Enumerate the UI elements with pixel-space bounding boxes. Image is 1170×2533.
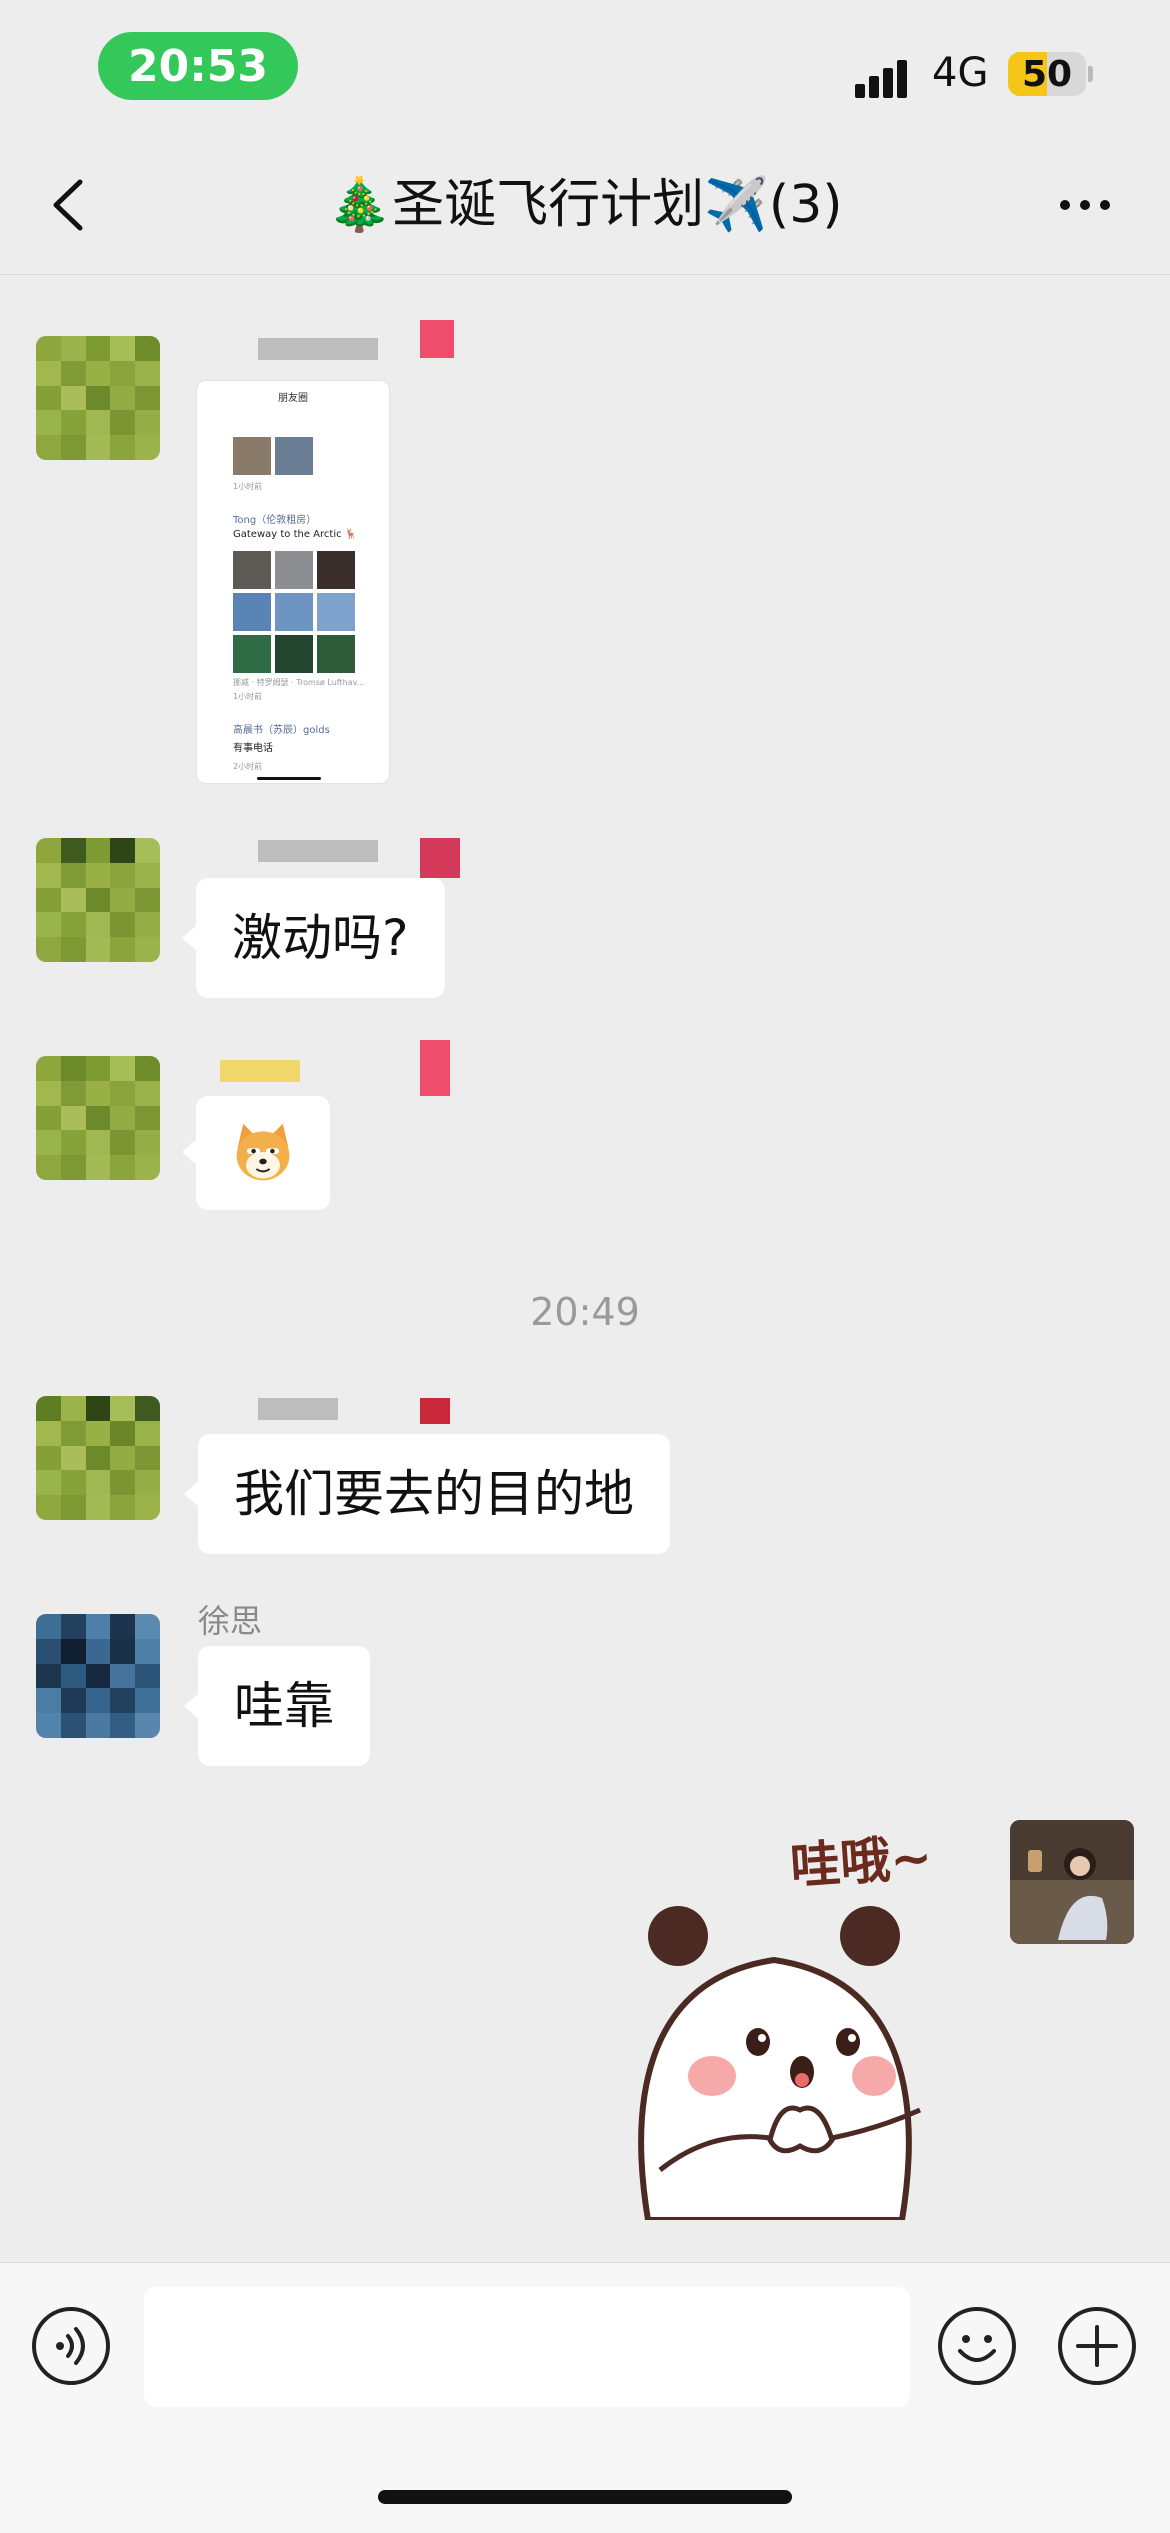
avatar[interactable]	[36, 838, 160, 962]
message-bubble[interactable]: 激动吗?	[182, 878, 445, 998]
sender-name-blurred	[258, 840, 378, 862]
screenshot-thumb	[275, 437, 313, 475]
shiba-dog-emoji-icon	[236, 1123, 290, 1181]
screenshot-thumb	[233, 437, 271, 475]
screenshot-meta: 1小时前	[233, 482, 263, 491]
battery-icon: 50	[1008, 52, 1086, 96]
screenshot-meta: 1小时前	[233, 692, 263, 701]
screenshot-thumb	[317, 593, 355, 631]
screenshot-meta: 2小时前	[233, 762, 263, 771]
screenshot-thumb	[233, 635, 271, 673]
sender-tag-blurred	[420, 320, 454, 358]
avatar[interactable]	[36, 1056, 160, 1180]
sender-tag-blurred	[420, 838, 460, 878]
avatar[interactable]	[36, 1614, 160, 1738]
screenshot-location: 挪威 · 特罗姆瑟 · Tromsø Lufthav...	[233, 678, 365, 687]
screenshot-post-author: Tong（伦敦租房）	[233, 515, 317, 526]
message-input[interactable]	[144, 2287, 910, 2407]
screenshot-title: 朋友圈	[278, 393, 308, 404]
screenshot-home-indicator	[257, 777, 321, 780]
screenshot-post-text: 有事电话	[233, 743, 273, 754]
chat-title: 🎄圣诞飞行计划✈️(3)	[327, 175, 843, 235]
battery-nub	[1088, 66, 1093, 82]
sender-tag-blurred	[420, 1398, 450, 1424]
shared-moments-screenshot[interactable]: 朋友圈 1小时前 Tong（伦敦租房） Gateway to the Arcti…	[196, 380, 390, 784]
voice-icon[interactable]	[32, 2307, 110, 2385]
my-avatar[interactable]	[1010, 1820, 1134, 1944]
avatar[interactable]	[36, 336, 160, 460]
plus-icon[interactable]	[1058, 2307, 1136, 2385]
screenshot-thumb	[275, 635, 313, 673]
sender-name-blurred	[258, 1398, 338, 1420]
message-bubble[interactable]: 我们要去的目的地	[184, 1434, 670, 1554]
avatar[interactable]	[36, 1396, 160, 1520]
chevron-left-icon[interactable]	[40, 170, 100, 240]
sender-name: 徐思	[198, 1602, 263, 1640]
timestamp: 20:49	[530, 1290, 640, 1334]
more-dots-icon[interactable]	[1055, 180, 1115, 230]
panda-sticker-icon	[638, 1906, 922, 2220]
message-bubble[interactable]: 哇靠	[184, 1646, 370, 1766]
sender-tag-blurred	[420, 1040, 450, 1096]
status-time: 20:53	[98, 32, 298, 100]
screenshot-post-author: 高晨书（苏辰）golds	[233, 725, 330, 736]
screenshot-post-text: Gateway to the Arctic 🦌	[233, 529, 358, 540]
emoji-message[interactable]	[182, 1096, 330, 1210]
home-indicator	[378, 2490, 792, 2504]
sender-name-blurred	[220, 1060, 300, 1082]
signal-icon	[855, 58, 915, 98]
network-label: 4G	[932, 50, 989, 96]
profile-photo	[1010, 1820, 1134, 1944]
screenshot-thumb	[317, 635, 355, 673]
screenshot-thumb	[233, 551, 271, 589]
screenshot-thumb	[275, 551, 313, 589]
status-bar: 20:53 4G 50	[0, 0, 1170, 140]
sender-name-blurred	[258, 338, 378, 360]
screenshot-thumb	[275, 593, 313, 631]
battery-level: 50	[1021, 53, 1073, 95]
screenshot-thumb	[317, 551, 355, 589]
sticker-message[interactable]: 哇哦~	[620, 1810, 980, 2220]
smiley-icon[interactable]	[938, 2307, 1016, 2385]
nav-bar: 🎄圣诞飞行计划✈️(3)	[0, 140, 1170, 275]
screenshot-thumb	[233, 593, 271, 631]
